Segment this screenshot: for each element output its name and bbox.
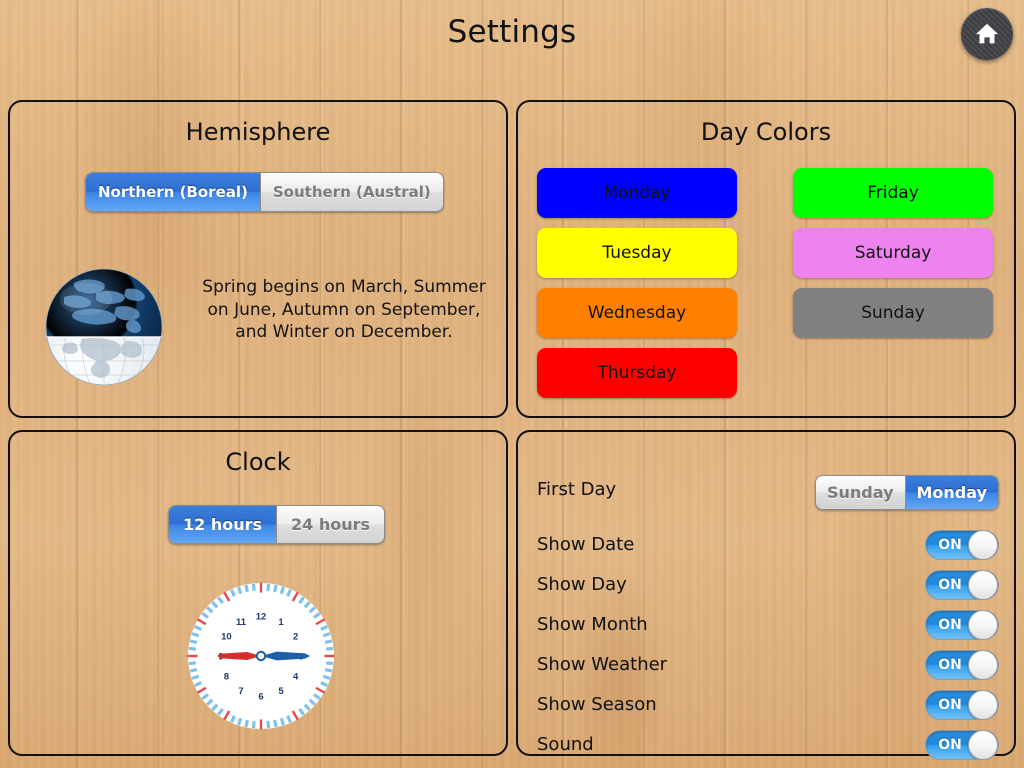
show-month-toggle[interactable]: ON [925,610,999,640]
show-day-toggle[interactable]: ON [925,570,999,600]
show-weather-toggle[interactable]: ON [925,650,999,680]
show-month-toggle-knob [968,611,998,639]
day-color-tuesday[interactable]: Tuesday [537,228,737,278]
svg-text:6: 6 [258,691,263,702]
show-season-toggle-state: ON [938,697,962,713]
clock-format-segmented-control[interactable]: 12 hours 24 hours [168,505,386,544]
day-color-sunday[interactable]: Sunday [793,288,993,338]
hemisphere-option-northern[interactable]: Northern (Boreal) [86,173,260,211]
show-month-label: Show Month [537,614,648,635]
svg-text:10: 10 [221,631,232,642]
svg-text:11: 11 [236,617,247,628]
sound-label: Sound [537,734,594,755]
day-colors-panel-title: Day Colors [700,118,832,146]
svg-text:8: 8 [224,671,229,682]
day-colors-column-right: Friday Saturday Sunday [793,168,993,348]
page-title: Settings [447,14,577,50]
setting-row-show-weather: Show Weather ON [537,650,999,680]
first-day-label: First Day [537,479,617,500]
setting-row-first-day: First Day Sunday Monday [537,475,999,510]
show-weather-label: Show Weather [537,654,668,675]
setting-row-sound: Sound ON [537,730,999,760]
show-date-toggle-state: ON [938,537,962,553]
svg-text:1: 1 [278,617,284,628]
setting-row-show-date: Show Date ON [537,530,999,560]
clock-option-24h[interactable]: 24 hours [276,506,385,543]
day-color-saturday[interactable]: Saturday [793,228,993,278]
day-color-monday[interactable]: Monday [537,168,737,218]
svg-text:2: 2 [293,631,298,642]
first-day-option-sunday[interactable]: Sunday [816,476,905,509]
setting-row-show-month: Show Month ON [537,610,999,640]
show-month-toggle-state: ON [938,617,962,633]
clock-panel-title: Clock [225,448,291,476]
show-date-toggle[interactable]: ON [925,530,999,560]
day-color-thursday[interactable]: Thursday [537,348,737,398]
show-date-toggle-knob [968,531,998,559]
sound-toggle[interactable]: ON [925,730,999,760]
clock-option-12h[interactable]: 12 hours [169,506,277,543]
setting-row-show-day: Show Day ON [537,570,999,600]
svg-text:12: 12 [256,611,267,622]
header-bar: Settings [0,0,1024,68]
hemisphere-option-southern[interactable]: Southern (Austral) [259,173,443,211]
show-weather-toggle-state: ON [938,657,962,673]
display-settings-rows: First Day Sunday Monday Show Date ON Sho… [516,430,1016,760]
globe-icon [30,267,178,387]
show-date-label: Show Date [537,534,635,555]
first-day-option-monday[interactable]: Monday [904,476,998,509]
hemisphere-segmented-control[interactable]: Northern (Boreal) Southern (Austral) [85,172,444,212]
setting-row-show-season: Show Season ON [537,690,999,720]
home-icon [974,21,1000,47]
hemisphere-description: Spring begins on March, Summer on June, … [202,277,486,342]
day-colors-column-left: Monday Tuesday Wednesday Thursday [537,168,737,408]
show-weather-toggle-knob [968,651,998,679]
show-day-toggle-knob [968,571,998,599]
sound-toggle-state: ON [938,737,962,753]
show-season-label: Show Season [537,694,657,715]
sound-toggle-knob [968,731,998,759]
first-day-segmented-control[interactable]: Sunday Monday [815,475,999,510]
svg-text:7: 7 [238,686,243,697]
day-color-wednesday[interactable]: Wednesday [537,288,737,338]
settings-screen: Settings Hemisphere Northern (Boreal) So… [0,0,1024,768]
home-button[interactable] [961,8,1013,60]
show-season-toggle[interactable]: ON [925,690,999,720]
svg-text:5: 5 [278,686,284,697]
clock-face: 51015202530354045505560 121234567891011 [187,582,335,730]
day-color-friday[interactable]: Friday [793,168,993,218]
show-season-toggle-knob [968,691,998,719]
show-day-label: Show Day [537,574,627,595]
svg-text:4: 4 [293,671,299,682]
hemisphere-panel-title: Hemisphere [185,118,331,146]
show-day-toggle-state: ON [938,577,962,593]
